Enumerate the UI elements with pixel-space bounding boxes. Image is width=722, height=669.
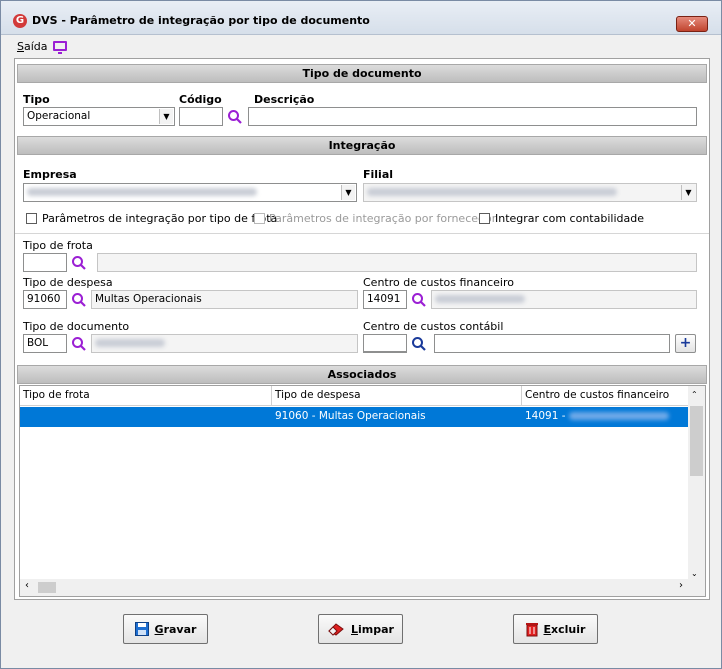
table-row[interactable]: 91060 - Multas Operacionais 14091 - (20, 407, 689, 427)
checkbox-fornecedor-label: Parâmetros de integração por fornecedor (269, 212, 497, 225)
save-icon (134, 622, 149, 636)
divider (15, 233, 709, 234)
monitor-icon[interactable] (53, 41, 67, 54)
tipo-label: Tipo (23, 93, 50, 106)
excluir-label: Excluir (543, 622, 586, 636)
chevron-down-icon[interactable]: ▼ (341, 185, 355, 200)
column-header-tipo-frota[interactable]: Tipo de frota (20, 386, 272, 406)
filial-select[interactable]: ▼ (363, 183, 697, 202)
search-icon[interactable] (411, 292, 427, 308)
descricao-label: Descrição (254, 93, 315, 106)
tipo-select[interactable]: Operacional ▼ (23, 107, 175, 126)
redacted-text (367, 188, 617, 196)
cell-centro-fin: 14091 - (522, 407, 689, 427)
tipo-doc-input[interactable]: BOL (23, 334, 67, 353)
centro-cont-description (434, 334, 670, 353)
main-panel: Tipo de documento Tipo Operacional ▼ Cód… (14, 58, 710, 600)
search-icon[interactable] (411, 336, 427, 352)
search-icon[interactable] (227, 109, 243, 125)
codigo-label: Código (179, 93, 222, 106)
tipo-despesa-label: Tipo de despesa (23, 276, 113, 289)
gravar-label: Gravar (154, 622, 197, 636)
checkbox-contabilidade[interactable] (479, 213, 490, 224)
tipo-select-value: Operacional (27, 110, 91, 122)
checkbox-fornecedor (254, 213, 265, 224)
redacted-text (95, 339, 165, 347)
title-bar: G DVS - Parâmetro de integração por tipo… (1, 1, 721, 35)
column-header-tipo-despesa[interactable]: Tipo de despesa (272, 386, 522, 406)
checkbox-contabilidade-label: Integrar com contabilidade (495, 212, 644, 225)
chevron-down-icon[interactable]: ▼ (681, 185, 695, 200)
section-header-associados: Associados (17, 365, 707, 384)
grid-header: Tipo de frota Tipo de despesa Centro de … (20, 386, 689, 406)
centro-fin-input[interactable]: 14091 (363, 290, 407, 309)
centro-fin-label: Centro de custos financeiro (363, 276, 515, 289)
menu-saida[interactable]: Saída (17, 40, 48, 53)
limpar-button[interactable]: Limpar (318, 614, 403, 644)
descricao-input[interactable] (248, 107, 697, 126)
scroll-up-icon[interactable]: ⌃ (691, 390, 698, 399)
scroll-right-icon[interactable]: › (679, 580, 683, 591)
filial-label: Filial (363, 168, 394, 181)
trash-icon (525, 622, 538, 636)
window-title: DVS - Parâmetro de integração por tipo d… (32, 14, 370, 27)
redacted-text (27, 188, 257, 196)
horizontal-scrollbar[interactable]: ‹ › (20, 579, 689, 596)
main-window: G DVS - Parâmetro de integração por tipo… (0, 0, 722, 669)
column-header-centro-fin[interactable]: Centro de custos financeiro (522, 386, 689, 406)
empresa-select[interactable]: ▼ (23, 183, 357, 202)
section-header-integracao: Integração (17, 136, 707, 155)
tipo-despesa-input[interactable]: 91060 (23, 290, 67, 309)
tipo-doc-description (91, 334, 358, 353)
centro-cont-label: Centro de custos contábil (363, 320, 504, 333)
tipo-despesa-description: Multas Operacionais (91, 290, 358, 309)
tipo-frota-label: Tipo de frota (23, 239, 93, 252)
codigo-input[interactable] (179, 107, 223, 126)
scroll-left-icon[interactable]: ‹ (25, 580, 29, 591)
cell-centro-fin-value: 14091 - (525, 410, 566, 422)
empresa-label: Empresa (23, 168, 77, 181)
close-button[interactable]: ✕ (676, 16, 708, 32)
cell-tipo-despesa: 91060 - Multas Operacionais (275, 410, 426, 422)
centro-fin-description (431, 290, 697, 309)
scroll-down-icon[interactable]: ⌄ (691, 569, 698, 578)
associados-grid[interactable]: Tipo de frota Tipo de despesa Centro de … (19, 385, 706, 597)
search-icon[interactable] (71, 336, 87, 352)
app-logo-icon: G (13, 14, 27, 28)
cell-tipo-frota (20, 407, 272, 427)
tipo-frota-input[interactable] (23, 253, 67, 272)
search-icon[interactable] (71, 292, 87, 308)
eraser-icon (328, 623, 344, 636)
redacted-text (435, 295, 525, 303)
excluir-button[interactable]: Excluir (513, 614, 598, 644)
tipo-doc-label: Tipo de documento (23, 320, 130, 333)
limpar-label: Limpar (351, 622, 394, 636)
add-button[interactable]: + (675, 334, 696, 353)
search-icon[interactable] (71, 255, 87, 271)
vertical-scrollbar[interactable]: ⌃ ⌄ (688, 386, 705, 580)
section-header-tipo-documento: Tipo de documento (17, 64, 707, 83)
checkbox-frota[interactable] (26, 213, 37, 224)
scrollbar-thumb[interactable] (690, 406, 703, 476)
scrollbar-thumb[interactable] (38, 582, 56, 593)
tipo-frota-description (97, 253, 697, 272)
scroll-corner (688, 579, 705, 596)
chevron-down-icon[interactable]: ▼ (159, 109, 173, 124)
gravar-button[interactable]: Gravar (123, 614, 208, 644)
redacted-text (568, 412, 669, 420)
centro-cont-input[interactable] (363, 334, 407, 353)
menu-bar: Saída (1, 36, 721, 56)
checkbox-frota-label: Parâmetros de integração por tipo de fro… (42, 212, 278, 225)
